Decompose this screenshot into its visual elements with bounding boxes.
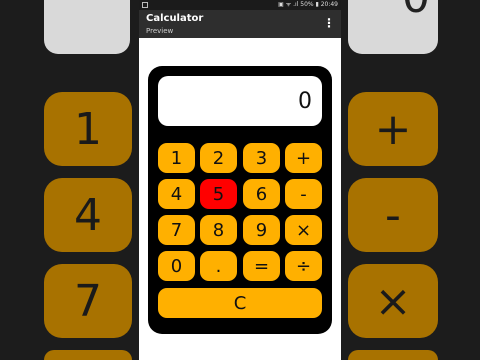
app-bar: Calculator Preview ⋮ <box>139 10 341 38</box>
key-7[interactable]: 7 <box>158 215 195 245</box>
notification-icon <box>142 2 148 8</box>
key-0[interactable]: 0 <box>158 251 195 281</box>
background-display-value: 0 <box>402 0 430 23</box>
key-decimal[interactable]: . <box>200 251 237 281</box>
background-key: 4 <box>44 178 132 252</box>
phone-screen: ▣ ᯤ .ıl 50% ▮ 20:49 Calculator Preview ⋮… <box>139 0 341 360</box>
background-display-left <box>44 0 130 54</box>
key-4[interactable]: 4 <box>158 179 195 209</box>
app-title: Calculator <box>146 13 204 24</box>
background-key-partial <box>44 350 132 360</box>
status-indicators: ▣ ᯤ .ıl 50% ▮ 20:49 <box>278 1 338 8</box>
key-divide[interactable]: ÷ <box>285 251 322 281</box>
key-6[interactable]: 6 <box>243 179 280 209</box>
background-display-right: 0 <box>348 0 438 54</box>
overflow-menu-icon[interactable]: ⋮ <box>323 17 335 29</box>
key-clear[interactable]: C <box>158 288 322 318</box>
key-2[interactable]: 2 <box>200 143 237 173</box>
key-equals[interactable]: = <box>243 251 280 281</box>
background-key: 1 <box>44 92 132 166</box>
key-8[interactable]: 8 <box>200 215 237 245</box>
key-plus[interactable]: + <box>285 143 322 173</box>
key-minus[interactable]: - <box>285 179 322 209</box>
key-5[interactable]: 5 <box>200 179 237 209</box>
key-9[interactable]: 9 <box>243 215 280 245</box>
calculator-body: 0 1 2 3 + 4 5 6 - 7 8 9 × 0 . = ÷ C <box>148 66 332 334</box>
background-key: × <box>348 264 438 338</box>
key-3[interactable]: 3 <box>243 143 280 173</box>
app-subtitle: Preview <box>146 27 174 35</box>
background-key-partial <box>348 350 438 360</box>
background-key: + <box>348 92 438 166</box>
key-multiply[interactable]: × <box>285 215 322 245</box>
calculator-display: 0 <box>158 76 322 126</box>
background-key: - <box>348 178 438 252</box>
background-key: 7 <box>44 264 132 338</box>
key-1[interactable]: 1 <box>158 143 195 173</box>
status-bar: ▣ ᯤ .ıl 50% ▮ 20:49 <box>139 0 341 10</box>
